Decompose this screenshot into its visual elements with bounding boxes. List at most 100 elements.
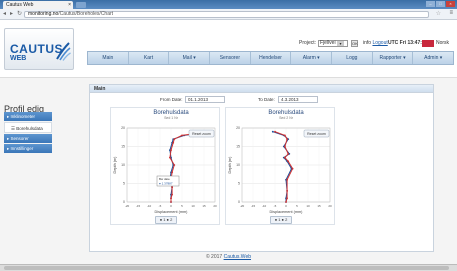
x-tick-label: -5 bbox=[159, 204, 162, 208]
chevron-down-icon[interactable]: ▾ bbox=[337, 41, 344, 46]
data-point-2 bbox=[286, 178, 288, 181]
data-point-2 bbox=[170, 201, 172, 203]
browser-menu-icon[interactable]: ≡ bbox=[449, 10, 453, 16]
x-tick-label: 5 bbox=[296, 204, 298, 208]
nav-rapporter[interactable]: Rapporter ▾ bbox=[373, 52, 414, 64]
sidebar-item-innstillinger[interactable]: ▸ Innstillinger bbox=[4, 144, 52, 153]
x-tick-label: -15 bbox=[136, 204, 141, 208]
chart-svg-2: BorehulsdataSed 2 Nr20151050-20 -15 -10 -5 0… bbox=[228, 110, 332, 214]
x-tick-label: 20 bbox=[213, 204, 217, 208]
logout-link[interactable]: Logout bbox=[372, 40, 387, 46]
data-point-2 bbox=[173, 138, 176, 140]
y-tick-label: 20 bbox=[121, 126, 125, 130]
nav-mail[interactable]: Mail ▾ bbox=[169, 52, 211, 64]
to-date-label: To Date: bbox=[258, 97, 275, 102]
y-axis-label: Depth (m) bbox=[113, 156, 117, 174]
x-tick-label: -10 bbox=[147, 204, 152, 208]
data-point-2 bbox=[284, 134, 286, 137]
logo-sub: WEB bbox=[10, 55, 27, 62]
sidebar-item-sensorer[interactable]: ▸ Sensorer bbox=[4, 134, 52, 143]
series-line-1 bbox=[169, 131, 211, 202]
data-point-2 bbox=[171, 171, 173, 174]
x-tick-label: -20 bbox=[125, 204, 130, 208]
data-point-2 bbox=[287, 153, 290, 155]
horizontal-scrollbar[interactable] bbox=[0, 264, 457, 271]
series-line-1 bbox=[272, 131, 293, 202]
back-icon[interactable]: ◂ bbox=[3, 10, 6, 17]
chart-svg-1: BorehulsdataSed 1 Nr20151050-20 -15 -10 -5 0… bbox=[113, 110, 217, 214]
footer-link[interactable]: Cautus.Web bbox=[224, 254, 251, 260]
nav-sensorer[interactable]: Sensorer bbox=[210, 52, 251, 64]
bookmark-star-icon[interactable]: ☆ bbox=[436, 10, 441, 17]
y-tick-label: 20 bbox=[236, 126, 240, 130]
chart-legend[interactable]: ● 1 ● 2 bbox=[270, 216, 292, 224]
address-bar-row: ◂ ▸ ↻ monitoring.no/Cautus/Boreholes/Cha… bbox=[0, 9, 457, 20]
borehole-chart-2: Borehulsdata Sed 2 Nr 20 15 10 5 0 -20 -15 -10 -5 0… bbox=[225, 107, 335, 225]
main-nav: Main Kart Mail ▾ Sensorer Hendelser Alar… bbox=[87, 51, 454, 65]
tooltip-value: ● 1.37887 bbox=[159, 182, 173, 186]
chart-subtitle: Sed 2 Nr bbox=[279, 116, 294, 120]
close-icon[interactable]: × bbox=[68, 1, 71, 9]
main-panel: Main From Date: 01.1.2013 To Date: 4.3.2… bbox=[89, 84, 434, 252]
tab-title: Cautus Web bbox=[6, 2, 34, 8]
url-host: monitoring.no bbox=[28, 11, 59, 17]
forward-icon[interactable]: ▸ bbox=[10, 10, 13, 17]
x-axis-label: Displacement (mm) bbox=[155, 210, 189, 214]
nav-logg[interactable]: Logg bbox=[332, 52, 373, 64]
data-point-2 bbox=[284, 156, 286, 159]
project-go-button[interactable]: OK bbox=[351, 40, 358, 47]
x-tick-label: 0 bbox=[170, 204, 172, 208]
data-point-1 bbox=[271, 130, 274, 133]
language-link[interactable]: Norsk bbox=[436, 39, 454, 48]
data-point-2 bbox=[172, 141, 175, 144]
data-point-2 bbox=[171, 186, 173, 189]
y-tick-label: 10 bbox=[236, 163, 240, 167]
scroll-thumb[interactable] bbox=[4, 266, 449, 270]
address-input[interactable]: monitoring.no/Cautus/Boreholes/Chart bbox=[24, 11, 429, 18]
signal-waves-icon bbox=[56, 42, 71, 61]
x-tick-label: 15 bbox=[202, 204, 206, 208]
x-tick-label: 10 bbox=[191, 204, 195, 208]
reset-zoom-label: Reset zoom bbox=[307, 132, 326, 136]
tooltip-title: Bw date bbox=[159, 177, 170, 181]
nav-kart[interactable]: Kart bbox=[129, 52, 170, 64]
minimize-icon[interactable]: – bbox=[426, 1, 435, 7]
x-tick-label: 15 bbox=[317, 204, 321, 208]
x-tick-label: 20 bbox=[328, 204, 332, 208]
data-point-2 bbox=[170, 149, 172, 152]
flag-icon[interactable] bbox=[422, 40, 434, 47]
from-date-input[interactable]: 01.1.2013 bbox=[185, 96, 225, 103]
x-tick-label: 5 bbox=[181, 204, 183, 208]
x-tick-label: 10 bbox=[306, 204, 310, 208]
chart-legend[interactable]: ● 1 ● 2 bbox=[155, 216, 177, 224]
x-axis-label: Displacement (mm) bbox=[270, 210, 304, 214]
nav-main[interactable]: Main bbox=[88, 52, 129, 64]
browser-tab[interactable]: Cautus Web × bbox=[3, 1, 73, 9]
logo[interactable]: CAUTUS WEB bbox=[4, 28, 74, 70]
nav-admin[interactable]: Admin ▾ bbox=[413, 52, 453, 64]
window-close-icon[interactable]: × bbox=[446, 1, 455, 7]
sidebar-item-inklinometer[interactable]: ▸ Inklinometer bbox=[4, 112, 52, 121]
data-point-2 bbox=[291, 167, 294, 170]
reload-icon[interactable]: ↻ bbox=[17, 10, 22, 17]
url-path: /Cautus/Boreholes/Chart bbox=[58, 11, 114, 17]
data-point-2 bbox=[285, 201, 287, 203]
y-tick-label: 15 bbox=[236, 145, 240, 149]
to-date-input[interactable]: 4.3.2013 bbox=[278, 96, 318, 103]
data-point-2 bbox=[274, 130, 276, 133]
sidebar-item-borehulsdata[interactable]: ☰ Borehulsdata bbox=[4, 122, 52, 133]
new-tab-button[interactable] bbox=[76, 2, 86, 8]
nav-alarm[interactable]: Alarm ▾ bbox=[291, 52, 333, 64]
from-date-label: From Date: bbox=[160, 97, 183, 102]
data-point-2 bbox=[287, 160, 290, 163]
nav-hendelser[interactable]: Hendelser bbox=[251, 52, 292, 64]
sidebar: ▸ Inklinometer ☰ Borehulsdata ▸ Sensorer… bbox=[4, 112, 52, 154]
y-axis-label: Depth (m) bbox=[228, 156, 232, 174]
maximize-icon[interactable]: □ bbox=[436, 1, 445, 7]
user-name: info bbox=[363, 40, 372, 46]
borehole-chart-1: Borehulsdata Sed 1 Nr 20 15 10 5 0 -20 -15 -10 -5 0… bbox=[110, 107, 220, 225]
x-tick-label: -20 bbox=[240, 204, 245, 208]
data-point-2 bbox=[169, 156, 171, 159]
browser-tab-strip: Cautus Web × – □ × bbox=[0, 0, 457, 9]
copyright: © 2017 bbox=[205, 254, 223, 260]
